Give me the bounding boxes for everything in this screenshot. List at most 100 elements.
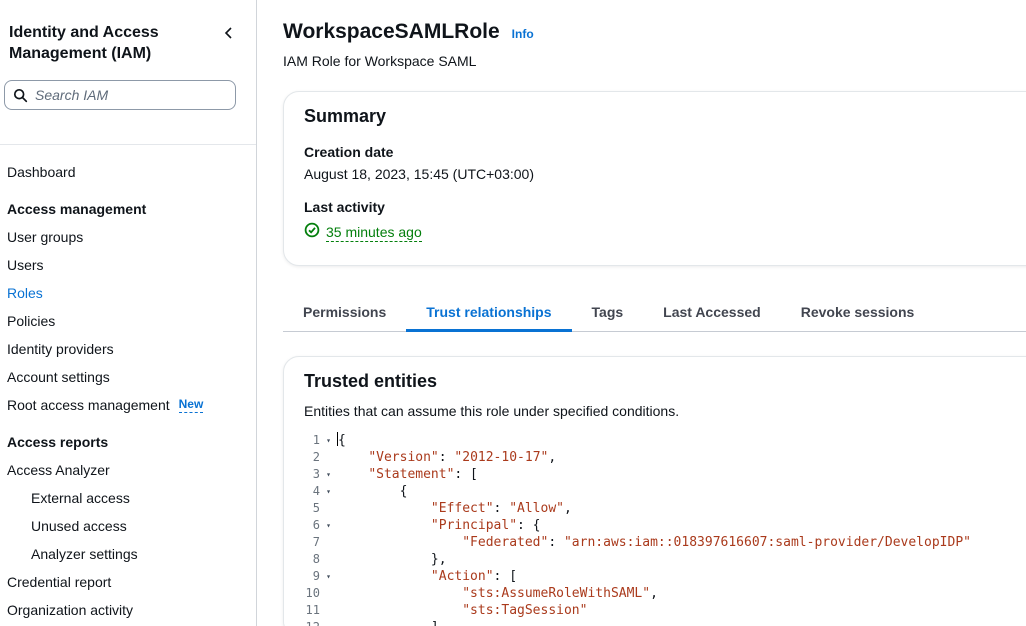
code-plain-token: [337, 586, 462, 601]
sidebar-item-organization-activity[interactable]: Organization activity: [0, 596, 256, 624]
nav-item-label: Unused access: [31, 518, 127, 534]
code-line: 11 "sts:TagSession": [284, 602, 1026, 619]
code-line: 5 "Effect": "Allow",: [284, 500, 1026, 517]
code-editor[interactable]: 1▾{2 "Version": "2012-10-17",3▾ "Stateme…: [284, 432, 1026, 626]
sidebar-item-users[interactable]: Users: [0, 251, 256, 279]
tabs: PermissionsTrust relationshipsTagsLast A…: [283, 296, 1026, 332]
sidebar-divider: [0, 144, 256, 145]
last-activity-label: Last activity: [304, 199, 1026, 215]
search-input[interactable]: [4, 80, 236, 110]
tab-permissions[interactable]: Permissions: [283, 296, 406, 331]
sidebar-item-dashboard[interactable]: Dashboard: [0, 158, 256, 186]
code-text: ],: [337, 619, 447, 626]
code-plain-token: :: [494, 501, 510, 516]
tab-revoke-sessions[interactable]: Revoke sessions: [781, 296, 935, 331]
tab-last-accessed[interactable]: Last Accessed: [643, 296, 781, 331]
page-header: WorkspaceSAMLRole Info: [283, 20, 1026, 44]
code-string-token: "Statement": [368, 467, 454, 482]
nav-item-label: Access Analyzer: [7, 462, 110, 478]
sidebar-item-roles[interactable]: Roles: [0, 279, 256, 307]
code-string-token: "arn:aws:iam::018397616607:saml-provider…: [564, 535, 971, 550]
fold-spacer: [320, 500, 337, 517]
info-link[interactable]: Info: [512, 27, 534, 41]
line-number: 9: [284, 568, 320, 585]
code-line: 6▾ "Principal": {: [284, 517, 1026, 534]
code-string-token: "Allow": [509, 501, 564, 516]
code-plain-token: : [: [454, 467, 477, 482]
code-line: 10 "sts:AssumeRoleWithSAML",: [284, 585, 1026, 602]
sidebar-collapse-button[interactable]: [220, 24, 238, 45]
code-plain-token: : [: [494, 569, 517, 584]
sidebar-nav: DashboardAccess managementUser groupsUse…: [0, 158, 256, 624]
nav-item-label: Analyzer settings: [31, 546, 138, 562]
fold-toggle-icon[interactable]: ▾: [320, 432, 337, 449]
nav-item-label: External access: [31, 490, 130, 506]
code-line: 8 },: [284, 551, 1026, 568]
code-string-token: "Federated": [462, 535, 548, 550]
code-plain-token: [337, 501, 431, 516]
code-line: 1▾{: [284, 432, 1026, 449]
code-plain-token: :: [439, 450, 455, 465]
line-number: 2: [284, 449, 320, 466]
code-string-token: "Effect": [431, 501, 494, 516]
sidebar-item-access-analyzer[interactable]: Access Analyzer: [0, 456, 256, 484]
sidebar-item-credential-report[interactable]: Credential report: [0, 568, 256, 596]
fold-toggle-icon[interactable]: ▾: [320, 466, 337, 483]
code-plain-token: ,: [548, 450, 556, 465]
code-plain-token: [337, 467, 368, 482]
sidebar: Identity and Access Management (IAM) Das…: [0, 0, 257, 626]
sidebar-item-policies[interactable]: Policies: [0, 307, 256, 335]
search-box: [4, 80, 236, 110]
last-activity-value: 35 minutes ago: [304, 222, 1026, 243]
nav-item-label: Users: [7, 257, 44, 273]
fold-spacer: [320, 602, 337, 619]
line-number: 12: [284, 619, 320, 626]
nav-item-label: Dashboard: [7, 164, 76, 180]
line-number: 6: [284, 517, 320, 534]
sidebar-item-user-groups[interactable]: User groups: [0, 223, 256, 251]
sidebar-section-access-reports: Access reports: [0, 428, 256, 456]
line-number: 3: [284, 466, 320, 483]
line-number: 7: [284, 534, 320, 551]
creation-date-value: August 18, 2023, 15:45 (UTC+03:00): [304, 166, 1026, 182]
code-text: "Effect": "Allow",: [337, 500, 572, 517]
summary-heading: Summary: [304, 106, 1026, 127]
line-number: 11: [284, 602, 320, 619]
tab-trust-relationships[interactable]: Trust relationships: [406, 296, 571, 331]
code-text: },: [337, 551, 447, 568]
sidebar-item-root-access-management[interactable]: Root access managementNew: [0, 391, 256, 419]
code-text: {: [337, 432, 346, 449]
code-plain-token: ,: [650, 586, 658, 601]
code-text: "Version": "2012-10-17",: [337, 449, 556, 466]
page-title: WorkspaceSAMLRole: [283, 20, 500, 44]
fold-spacer: [320, 551, 337, 568]
code-text: "Statement": [: [337, 466, 478, 483]
sidebar-item-analyzer-settings[interactable]: Analyzer settings: [0, 540, 256, 568]
code-text: "Federated": "arn:aws:iam::018397616607:…: [337, 534, 971, 551]
sidebar-item-unused-access[interactable]: Unused access: [0, 512, 256, 540]
main-content: WorkspaceSAMLRole Info IAM Role for Work…: [257, 0, 1026, 626]
line-number: 5: [284, 500, 320, 517]
code-plain-token: [337, 518, 431, 533]
fold-toggle-icon[interactable]: ▾: [320, 483, 337, 500]
fold-spacer: [320, 619, 337, 626]
code-plain-token: {: [337, 484, 407, 499]
sidebar-item-external-access[interactable]: External access: [0, 484, 256, 512]
code-line: 3▾ "Statement": [: [284, 466, 1026, 483]
nav-item-label: Root access management: [7, 397, 170, 413]
last-activity-text[interactable]: 35 minutes ago: [326, 224, 422, 242]
fold-toggle-icon[interactable]: ▾: [320, 568, 337, 585]
code-text: "Action": [: [337, 568, 517, 585]
nav-item-label: Roles: [7, 285, 43, 301]
sidebar-item-identity-providers[interactable]: Identity providers: [0, 335, 256, 363]
sidebar-header: Identity and Access Management (IAM): [0, 0, 256, 64]
nav-item-label: Policies: [7, 313, 55, 329]
code-line: 2 "Version": "2012-10-17",: [284, 449, 1026, 466]
code-plain-token: [337, 535, 462, 550]
sidebar-item-account-settings[interactable]: Account settings: [0, 363, 256, 391]
page-subtitle: IAM Role for Workspace SAML: [283, 53, 1026, 69]
fold-toggle-icon[interactable]: ▾: [320, 517, 337, 534]
code-string-token: "Version": [368, 450, 438, 465]
code-text: "sts:TagSession": [337, 602, 587, 619]
tab-tags[interactable]: Tags: [572, 296, 644, 331]
